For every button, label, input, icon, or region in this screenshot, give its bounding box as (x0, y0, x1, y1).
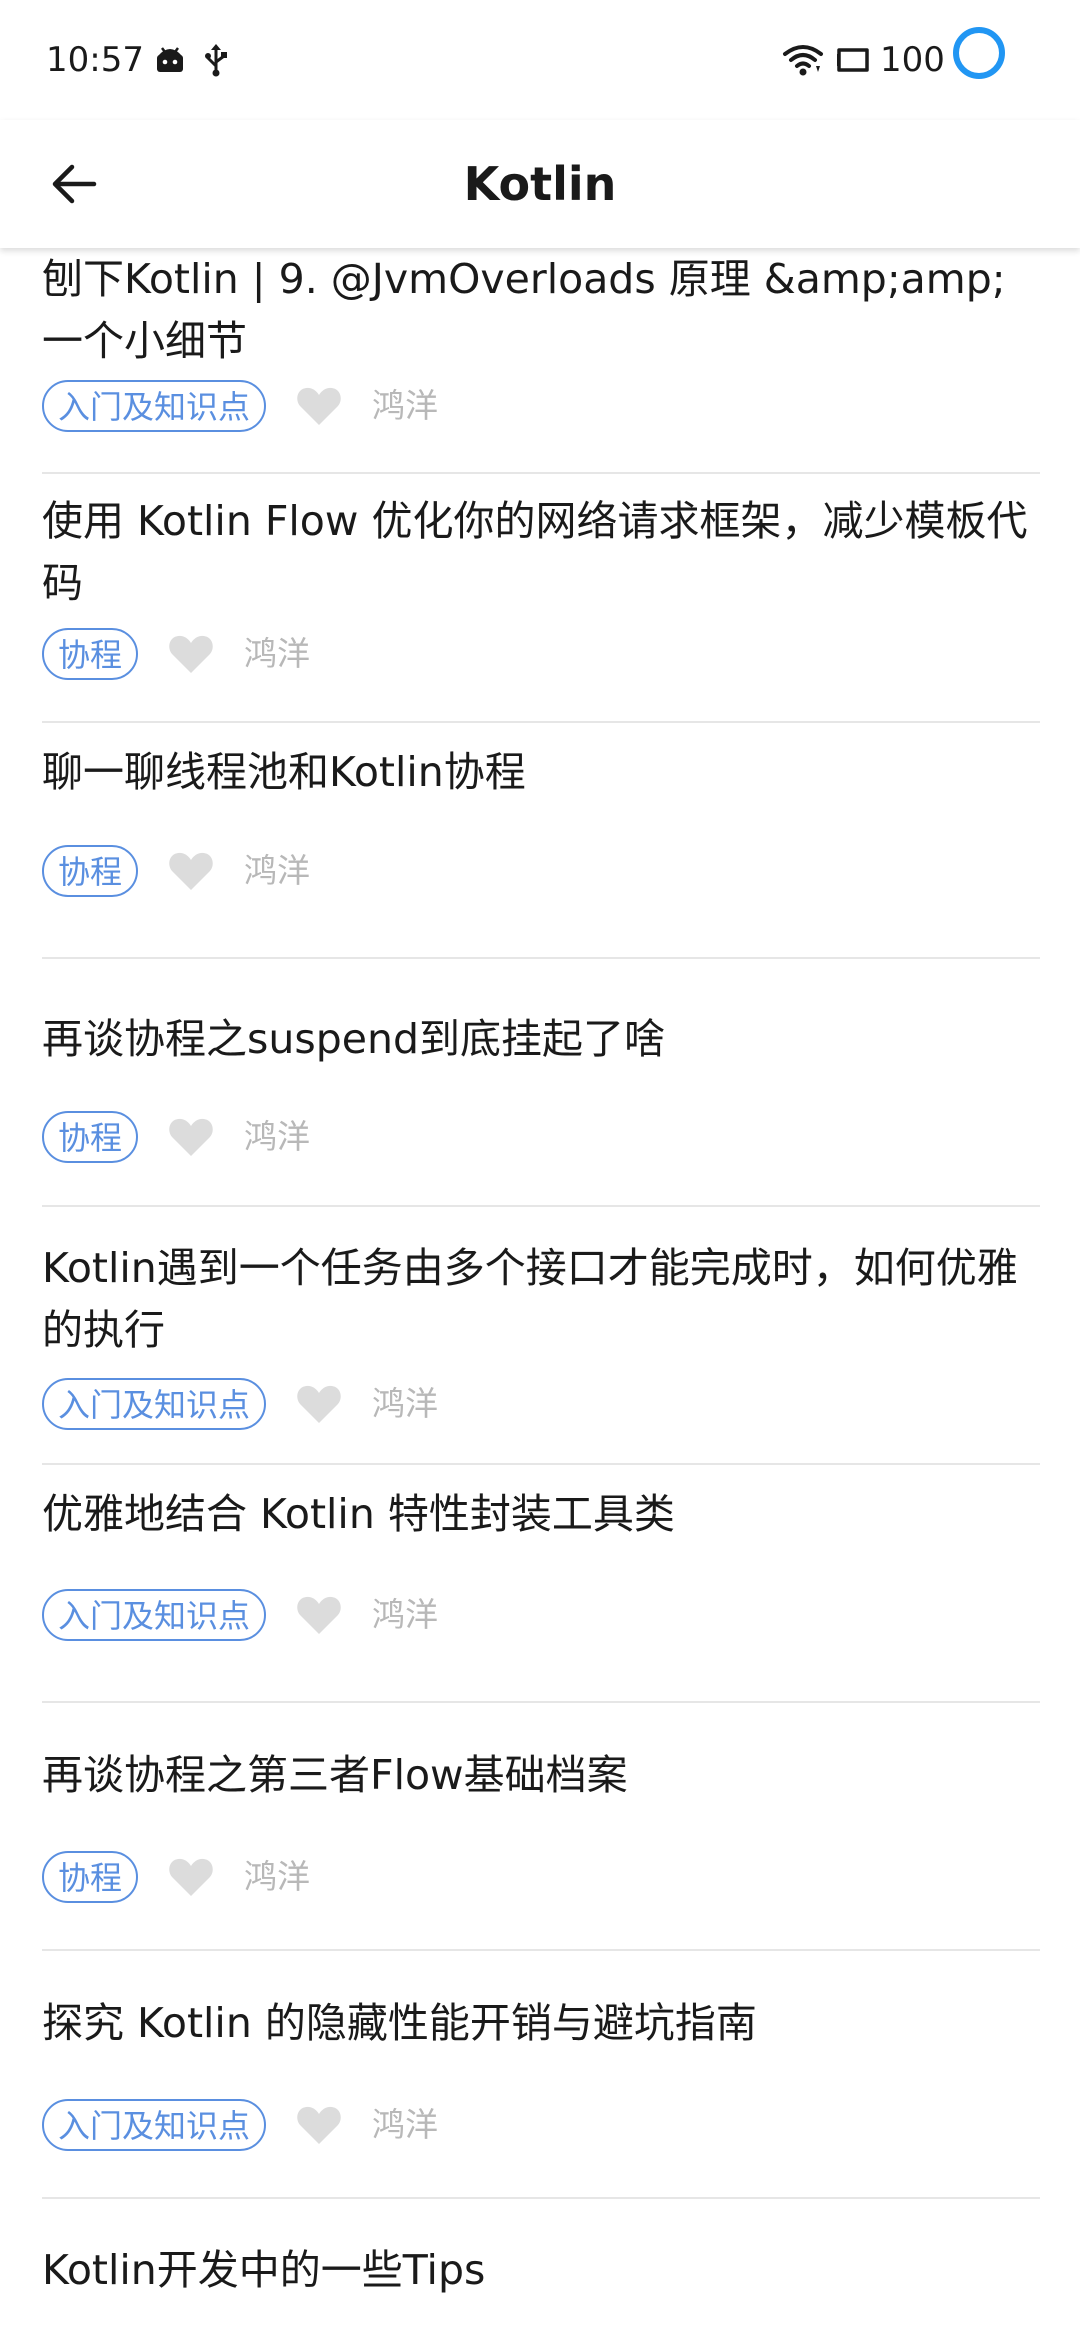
article-title: Kotlin开发中的一些Tips (42, 2246, 486, 2294)
page-title: Kotlin (463, 157, 617, 211)
status-bar: 10:57 100 (0, 0, 1080, 120)
article-title: 优雅地结合 Kotlin 特性封装工具类 (42, 1490, 675, 1538)
article-title: 探究 Kotlin 的隐藏性能开销与避坑指南 (42, 1999, 757, 2047)
article-meta: 入门及知识点 鸿洋 (42, 378, 438, 434)
status-indicator-circle (953, 27, 1005, 79)
arrow-left-icon (52, 164, 97, 204)
author-name: 鸿洋 (372, 386, 439, 425)
article-title: 聊一聊线程池和Kotlin协程 (42, 748, 526, 796)
author-name: 鸿洋 (372, 1384, 439, 1423)
list-item[interactable]: 聊一聊线程池和Kotlin协程 协程 鸿洋 (42, 723, 1040, 959)
heart-icon[interactable] (168, 633, 214, 675)
article-meta: 协程 鸿洋 (42, 626, 310, 682)
list-item[interactable]: 再谈协程之第三者Flow基础档案 协程 鸿洋 (42, 1703, 1040, 1951)
article-meta: 入门及知识点 鸿洋 (42, 1587, 438, 1643)
list-item[interactable]: 优雅地结合 Kotlin 特性封装工具类 入门及知识点 鸿洋 (42, 1465, 1040, 1703)
wifi-icon (783, 45, 823, 76)
tag-chip[interactable]: 入门及知识点 (42, 380, 267, 432)
heart-icon[interactable] (296, 1383, 342, 1425)
battery-icon (837, 48, 869, 72)
author-name: 鸿洋 (372, 2105, 439, 2144)
article-meta: 协程 鸿洋 (42, 1849, 310, 1905)
back-button[interactable] (34, 144, 114, 224)
list-item[interactable]: Kotlin开发中的一些Tips (42, 2199, 1040, 2340)
article-meta: 入门及知识点 鸿洋 (42, 1376, 438, 1432)
article-title: 再谈协程之第三者Flow基础档案 (42, 1751, 628, 1799)
article-meta: 入门及知识点 鸿洋 (42, 2097, 438, 2153)
author-name: 鸿洋 (244, 1857, 311, 1896)
author-name: 鸿洋 (244, 634, 311, 673)
app-bar: Kotlin (0, 120, 1080, 248)
heart-icon[interactable] (296, 385, 342, 427)
list-item[interactable]: 再谈协程之suspend到底挂起了啥 协程 鸿洋 (42, 959, 1040, 1207)
list-item[interactable]: 刨下Kotlin | 9. @JvmOverloads 原理 &amp;amp;… (42, 248, 1040, 474)
author-name: 鸿洋 (244, 1117, 311, 1156)
battery-level: 100 (880, 40, 945, 80)
status-time: 10:57 (46, 40, 144, 80)
heart-icon[interactable] (168, 1116, 214, 1158)
heart-icon[interactable] (168, 850, 214, 892)
tag-chip[interactable]: 协程 (42, 845, 139, 897)
article-title: 使用 Kotlin Flow 优化你的网络请求框架，减少模板代码 (42, 497, 1028, 607)
heart-icon[interactable] (296, 2104, 342, 2146)
tag-chip[interactable]: 协程 (42, 1111, 139, 1163)
list-item[interactable]: 探究 Kotlin 的隐藏性能开销与避坑指南 入门及知识点 鸿洋 (42, 1951, 1040, 2199)
heart-icon[interactable] (168, 1856, 214, 1898)
tag-chip[interactable]: 协程 (42, 1851, 139, 1903)
author-name: 鸿洋 (244, 851, 311, 890)
tag-chip[interactable]: 入门及知识点 (42, 1378, 267, 1430)
heart-icon[interactable] (296, 1594, 342, 1636)
list-item[interactable]: 使用 Kotlin Flow 优化你的网络请求框架，减少模板代码 协程 鸿洋 (42, 474, 1040, 723)
tag-chip[interactable]: 入门及知识点 (42, 1589, 267, 1641)
author-name: 鸿洋 (372, 1595, 439, 1634)
android-icon (157, 47, 183, 72)
tag-chip[interactable]: 入门及知识点 (42, 2099, 267, 2151)
article-title: 刨下Kotlin | 9. @JvmOverloads 原理 &amp;amp;… (42, 255, 1006, 365)
tag-chip[interactable]: 协程 (42, 628, 139, 680)
article-meta: 协程 鸿洋 (42, 1109, 310, 1165)
list-item[interactable]: Kotlin遇到一个任务由多个接口才能完成时，如何优雅的执行 入门及知识点 鸿洋 (42, 1207, 1040, 1465)
article-list[interactable]: 刨下Kotlin | 9. @JvmOverloads 原理 &amp;amp;… (0, 248, 1080, 2340)
article-title: 再谈协程之suspend到底挂起了啥 (42, 1015, 665, 1063)
usb-icon (205, 44, 227, 77)
article-title: Kotlin遇到一个任务由多个接口才能完成时，如何优雅的执行 (42, 1244, 1018, 1354)
article-meta: 协程 鸿洋 (42, 843, 310, 899)
